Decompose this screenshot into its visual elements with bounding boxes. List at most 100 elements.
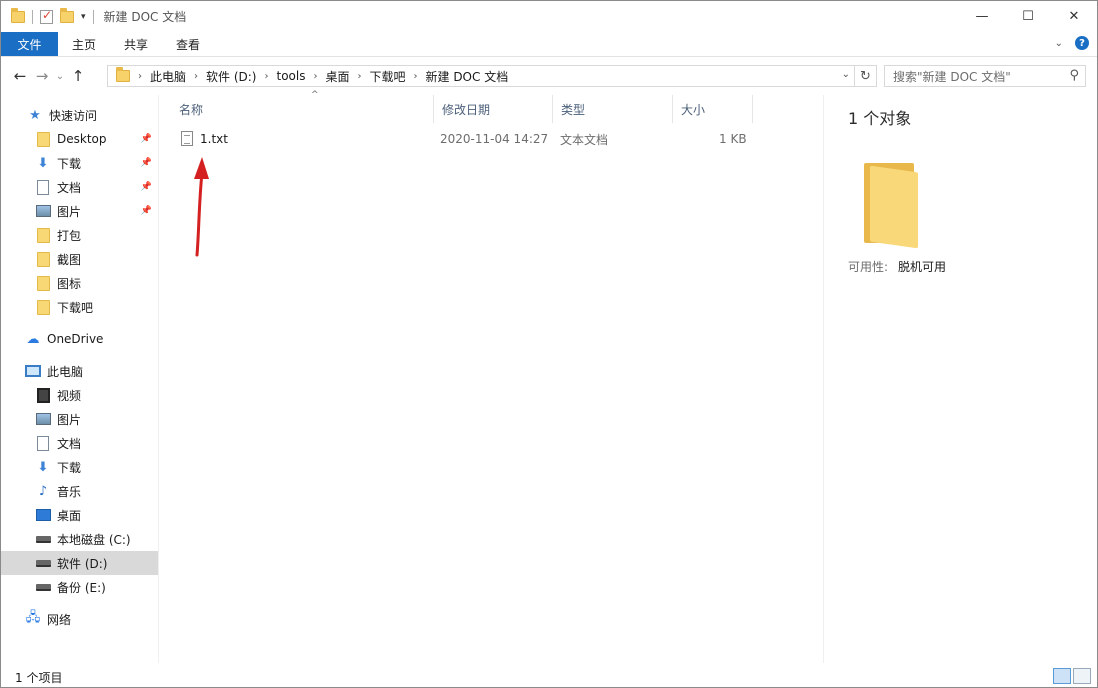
- table-row[interactable]: 1.txt 2020-11-04 14:27 文本文档 1 KB: [171, 129, 756, 149]
- sidebar-item-onedrive[interactable]: ☁ OneDrive: [1, 327, 158, 351]
- folder-icon: [35, 131, 51, 147]
- breadcrumb-separator-icon[interactable]: ›: [412, 71, 420, 82]
- sidebar-item-xiazaiba[interactable]: 下载吧: [1, 295, 158, 319]
- sidebar-item-jietu[interactable]: 截图: [1, 247, 158, 271]
- column-header-type[interactable]: 类型: [553, 95, 673, 123]
- music-icon: ♪: [38, 483, 48, 499]
- sidebar-item-pictures[interactable]: 图片 📌: [1, 199, 158, 223]
- details-view-icon[interactable]: [1053, 668, 1071, 684]
- sidebar-item-desktop[interactable]: Desktop 📌: [1, 127, 158, 151]
- pin-icon[interactable]: 📌: [141, 134, 152, 144]
- sidebar-item-documents[interactable]: 文档 📌: [1, 175, 158, 199]
- document-icon: [35, 435, 51, 451]
- column-header-name[interactable]: 名称 ^: [171, 90, 434, 123]
- sidebar-item-music[interactable]: ♪ 音乐: [1, 479, 158, 503]
- tab-file[interactable]: 文件: [1, 32, 58, 56]
- sidebar-item-dabao[interactable]: 打包: [1, 223, 158, 247]
- sidebar-item-label: 图片: [57, 204, 82, 219]
- sidebar-item-label: 快速访问: [49, 108, 98, 123]
- breadcrumb-separator-icon[interactable]: ›: [262, 71, 270, 82]
- title-bar: ▾ 新建 DOC 文档 — ☐ ✕: [1, 1, 1097, 32]
- sidebar-item-tubiao[interactable]: 图标: [1, 271, 158, 295]
- sidebar-item-desktop-pc[interactable]: 桌面: [1, 503, 158, 527]
- details-pane: 1 个对象 可用性: 脱机可用: [823, 95, 1097, 663]
- expand-ribbon-icon[interactable]: ⌄: [1055, 38, 1063, 49]
- tab-view[interactable]: 查看: [162, 32, 214, 56]
- breadcrumb-drive-d[interactable]: 软件 (D:): [200, 68, 262, 85]
- download-icon: ⬇: [37, 155, 49, 171]
- refresh-icon[interactable]: ↻: [854, 66, 876, 86]
- sidebar-item-downloads[interactable]: ⬇ 下载 📌: [1, 151, 158, 175]
- properties-icon[interactable]: [40, 8, 53, 24]
- sidebar-item-drive-d[interactable]: 软件 (D:): [1, 551, 158, 575]
- sidebar-item-this-pc[interactable]: 此电脑: [1, 359, 158, 383]
- pin-icon[interactable]: 📌: [141, 158, 152, 168]
- minimize-button[interactable]: —: [959, 1, 1005, 32]
- status-item-count: 1 个项目: [15, 670, 63, 685]
- sidebar-item-label: 网络: [47, 612, 72, 627]
- breadcrumb-separator-icon[interactable]: ›: [192, 71, 200, 82]
- sidebar-item-drive-c[interactable]: 本地磁盘 (C:): [1, 527, 158, 551]
- tab-share[interactable]: 共享: [110, 32, 162, 56]
- recent-locations-chevron-icon[interactable]: ⌄: [53, 71, 67, 82]
- forward-icon[interactable]: →: [31, 67, 53, 85]
- new-folder-icon[interactable]: [60, 7, 74, 23]
- sidebar-item-label: 本地磁盘 (C:): [57, 532, 131, 547]
- breadcrumb-current-folder[interactable]: 新建 DOC 文档: [420, 68, 515, 85]
- search-input[interactable]: 搜索"新建 DOC 文档" ⚲: [884, 65, 1086, 87]
- file-list: 名称 ^ 修改日期 类型 大小 1.txt 2020-11-04 14:27 文…: [161, 90, 821, 663]
- navigation-pane: ★ 快速访问 Desktop 📌 ⬇ 下载 📌 文档 📌 图片 📌 打包 截图 …: [1, 95, 159, 663]
- sidebar-item-label: 截图: [57, 252, 82, 267]
- sidebar-item-network[interactable]: 🖧 网络: [1, 607, 158, 631]
- window-title: 新建 DOC 文档: [103, 10, 187, 24]
- search-icon[interactable]: ⚲: [1069, 68, 1079, 83]
- large-icons-view-icon[interactable]: [1073, 668, 1091, 684]
- sidebar-item-label: 下载: [57, 156, 82, 171]
- sidebar-item-videos[interactable]: 视频: [1, 383, 158, 407]
- breadcrumb-tools[interactable]: tools: [270, 69, 311, 83]
- column-header-label: 大小: [681, 102, 706, 117]
- sidebar-item-documents-pc[interactable]: 文档: [1, 431, 158, 455]
- up-icon[interactable]: ↑: [67, 67, 89, 85]
- document-icon: [35, 179, 51, 195]
- sidebar-item-label: 桌面: [57, 508, 82, 523]
- sidebar-item-label: 打包: [57, 228, 82, 243]
- sidebar-item-drive-e[interactable]: 备份 (E:): [1, 575, 158, 599]
- breadcrumb-separator-icon[interactable]: ›: [355, 71, 363, 82]
- breadcrumb-this-pc[interactable]: 此电脑: [144, 68, 192, 85]
- column-header-label: 修改日期: [442, 102, 491, 117]
- annotation-arrow: [194, 157, 209, 257]
- breadcrumb-separator-icon[interactable]: ›: [311, 71, 319, 82]
- folder-icon: [35, 275, 51, 291]
- sidebar-item-label: 备份 (E:): [57, 580, 106, 595]
- drive-icon: [35, 579, 51, 595]
- address-bar[interactable]: › 此电脑 › 软件 (D:) › tools › 桌面 › 下载吧 › 新建 …: [107, 65, 877, 87]
- sidebar-item-label: 文档: [57, 180, 82, 195]
- sidebar-item-pictures-pc[interactable]: 图片: [1, 407, 158, 431]
- computer-icon: [25, 363, 41, 379]
- column-header-modified[interactable]: 修改日期: [434, 95, 553, 123]
- customize-toolbar-chevron-icon[interactable]: ▾: [81, 12, 86, 22]
- breadcrumb-separator-icon[interactable]: ›: [136, 71, 144, 82]
- address-history-chevron-icon[interactable]: ⌄: [842, 69, 850, 80]
- sidebar-item-quick-access[interactable]: ★ 快速访问: [1, 103, 158, 127]
- breadcrumb-desktop[interactable]: 桌面: [319, 68, 355, 85]
- pin-icon[interactable]: 📌: [141, 206, 152, 216]
- maximize-button[interactable]: ☐: [1005, 1, 1051, 32]
- sidebar-item-label: 下载: [57, 460, 82, 475]
- breadcrumb-xiazaiba[interactable]: 下载吧: [363, 68, 411, 85]
- folder-icon: [116, 67, 130, 82]
- quick-access-toolbar: ▾: [1, 1, 94, 32]
- column-header-size[interactable]: 大小: [673, 95, 753, 123]
- text-file-icon: [181, 131, 193, 146]
- folder-icon[interactable]: [11, 7, 25, 23]
- close-button[interactable]: ✕: [1051, 1, 1097, 32]
- tab-home[interactable]: 主页: [58, 32, 110, 56]
- sidebar-item-downloads-pc[interactable]: ⬇ 下载: [1, 455, 158, 479]
- help-icon[interactable]: ?: [1075, 36, 1089, 50]
- pin-icon[interactable]: 📌: [141, 182, 152, 192]
- file-name[interactable]: 1.txt: [200, 132, 228, 146]
- column-header-label: 名称: [179, 102, 204, 117]
- back-icon[interactable]: ←: [9, 67, 31, 85]
- sidebar-item-label: 图片: [57, 412, 82, 427]
